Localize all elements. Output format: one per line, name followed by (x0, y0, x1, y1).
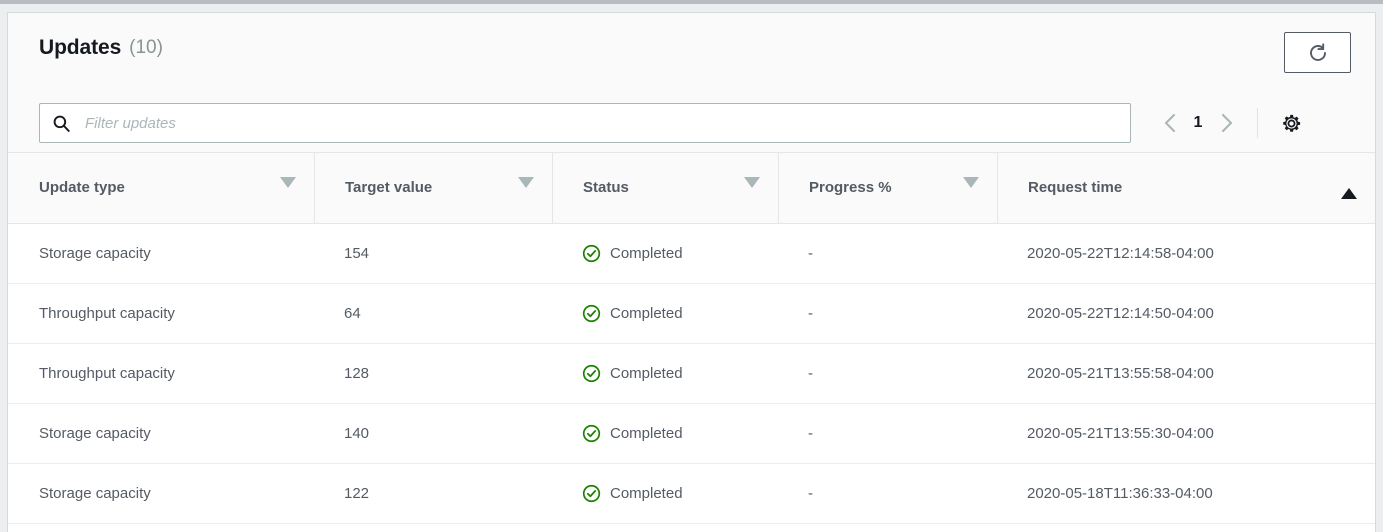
column-header-label: Progress % (809, 179, 892, 196)
update-type-text: Storage capacity (8, 425, 314, 442)
table-header-row: Update type Target value Status (8, 153, 1375, 223)
cell-request-time: 2020-05-21T13:55:58-04:00 (997, 343, 1375, 403)
status-text: Completed (610, 425, 683, 442)
target-value-text: 64 (314, 305, 552, 322)
progress-text: - (778, 485, 997, 502)
update-type-text: Storage capacity (8, 245, 314, 262)
chevron-left-icon (1162, 112, 1179, 134)
update-type-text: Throughput capacity (8, 365, 314, 382)
cell-status: Completed (552, 223, 778, 283)
cell-progress: - (778, 223, 997, 283)
target-value-text: 128 (314, 365, 552, 382)
cell-progress: - (778, 283, 997, 343)
request-time-text: 2020-05-21T13:55:58-04:00 (997, 365, 1375, 382)
progress-text: - (778, 245, 997, 262)
cell-update-type: Storage capacity (8, 403, 314, 463)
cell-status: Completed (552, 283, 778, 343)
pagination-divider (1257, 108, 1258, 138)
gear-icon (1279, 111, 1304, 136)
updates-table: Update type Target value Status (8, 153, 1375, 524)
target-value-text: 122 (314, 485, 552, 502)
request-time-text: 2020-05-21T13:55:30-04:00 (997, 425, 1375, 442)
cell-progress: - (778, 403, 997, 463)
cell-target-value: 140 (314, 403, 552, 463)
search-icon (52, 114, 71, 133)
cell-update-type: Throughput capacity (8, 343, 314, 403)
status-text: Completed (610, 305, 683, 322)
target-value-text: 140 (314, 425, 552, 442)
refresh-icon (1306, 41, 1330, 65)
cell-progress: - (778, 463, 997, 523)
table-row[interactable]: Storage capacity 140 Completed - 2020-05… (8, 403, 1375, 463)
request-time-text: 2020-05-22T12:14:50-04:00 (997, 305, 1375, 322)
table-row[interactable]: Throughput capacity 64 Completed - 2020-… (8, 283, 1375, 343)
status-text: Completed (610, 365, 683, 382)
left-gutter (0, 4, 7, 532)
pagination: 1 (1153, 106, 1309, 140)
item-count: (10) (129, 38, 163, 57)
table-row[interactable]: Storage capacity 122 Completed - 2020-05… (8, 463, 1375, 523)
cell-request-time: 2020-05-18T11:36:33-04:00 (997, 463, 1375, 523)
column-header-label: Status (583, 179, 629, 196)
column-header-request-time[interactable]: Request time (997, 153, 1375, 223)
check-circle-icon (582, 364, 601, 383)
page-title: Updates (39, 37, 121, 58)
request-time-text: 2020-05-18T11:36:33-04:00 (997, 485, 1375, 502)
status-text: Completed (610, 245, 683, 262)
updates-panel: Updates (10) (7, 12, 1376, 532)
check-circle-icon (582, 304, 601, 323)
table-row[interactable]: Throughput capacity 128 Completed - 2020… (8, 343, 1375, 403)
check-circle-icon (582, 244, 601, 263)
cell-progress: - (778, 343, 997, 403)
update-type-text: Throughput capacity (8, 305, 314, 322)
screen-root: Updates (10) (0, 0, 1383, 532)
cell-update-type: Storage capacity (8, 463, 314, 523)
chevron-right-icon (1218, 112, 1235, 134)
cell-request-time: 2020-05-21T13:55:30-04:00 (997, 403, 1375, 463)
progress-text: - (778, 365, 997, 382)
pagination-page-1[interactable]: 1 (1187, 114, 1209, 132)
pagination-next-button[interactable] (1209, 106, 1243, 140)
cell-target-value: 154 (314, 223, 552, 283)
panel-header: Updates (10) (8, 13, 1375, 153)
pagination-prev-button[interactable] (1153, 106, 1187, 140)
status-text: Completed (610, 485, 683, 502)
column-header-progress[interactable]: Progress % (778, 153, 997, 223)
cell-status: Completed (552, 463, 778, 523)
cell-target-value: 122 (314, 463, 552, 523)
column-header-label: Request time (1028, 179, 1122, 196)
table-row[interactable]: Storage capacity 154 Completed - 2020-05… (8, 223, 1375, 283)
progress-text: - (778, 425, 997, 442)
window-top-rule (0, 0, 1383, 4)
column-header-status[interactable]: Status (552, 153, 778, 223)
table-body: Storage capacity 154 Completed - 2020-05… (8, 223, 1375, 523)
cell-status: Completed (552, 403, 778, 463)
title-row: Updates (10) (8, 13, 1375, 71)
refresh-button[interactable] (1284, 32, 1351, 73)
cell-target-value: 128 (314, 343, 552, 403)
column-header-label: Target value (345, 179, 432, 196)
cell-update-type: Storage capacity (8, 223, 314, 283)
cell-request-time: 2020-05-22T12:14:58-04:00 (997, 223, 1375, 283)
column-header-target-value[interactable]: Target value (314, 153, 552, 223)
cell-request-time: 2020-05-22T12:14:50-04:00 (997, 283, 1375, 343)
column-header-update-type[interactable]: Update type (8, 153, 314, 223)
request-time-text: 2020-05-22T12:14:58-04:00 (997, 245, 1375, 262)
cell-target-value: 64 (314, 283, 552, 343)
update-type-text: Storage capacity (8, 485, 314, 502)
table-header: Update type Target value Status (8, 153, 1375, 223)
progress-text: - (778, 305, 997, 322)
column-header-label: Update type (39, 179, 125, 196)
check-circle-icon (582, 484, 601, 503)
cell-update-type: Throughput capacity (8, 283, 314, 343)
search-input[interactable] (83, 103, 1118, 143)
search-box[interactable] (39, 103, 1131, 143)
filter-row: 1 (8, 99, 1375, 147)
check-circle-icon (582, 424, 601, 443)
cell-status: Completed (552, 343, 778, 403)
table-preferences-button[interactable] (1275, 107, 1307, 139)
target-value-text: 154 (314, 245, 552, 262)
